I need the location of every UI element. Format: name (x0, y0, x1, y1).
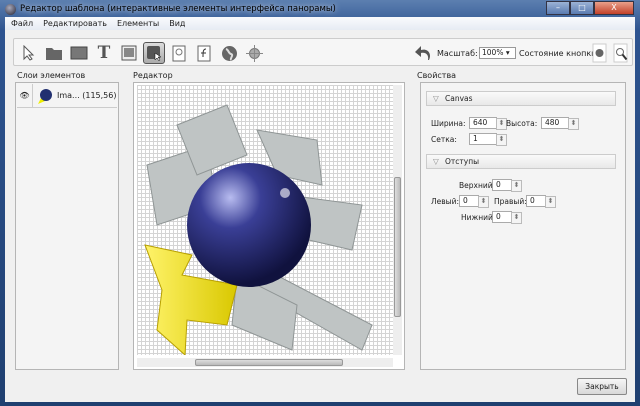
right-margin-input[interactable]: 0 (526, 195, 556, 208)
menu-edit[interactable]: Редактировать (43, 17, 107, 30)
properties-panel: Canvas Ширина: 640 Высота: 480 Сетка: 1 … (420, 82, 626, 370)
button-state-normal-icon[interactable] (589, 42, 611, 64)
minimize-button[interactable]: – (546, 1, 570, 15)
menu-bar: Файл Редактировать Елементы Вид (5, 17, 635, 30)
maximize-button[interactable]: □ (570, 1, 594, 15)
layers-panel-title: Слои элементов (17, 71, 86, 80)
layer-name: Ima... (115,56) (57, 91, 117, 100)
right-margin-label: Правый: (494, 197, 527, 206)
zoom-label: Масштаб: (437, 49, 478, 58)
button-state-label: Состояние кнопки: (519, 49, 600, 58)
left-margin-label: Левый: (431, 197, 459, 206)
client-area: Файл Редактировать Елементы Вид T Масшта… (5, 17, 635, 402)
zoom-preview-icon[interactable] (610, 42, 632, 64)
width-label: Ширина: (431, 119, 466, 128)
menu-view[interactable]: Вид (169, 17, 185, 30)
menu-elements[interactable]: Елементы (117, 17, 159, 30)
visibility-eye-icon[interactable]: 👁 (17, 84, 33, 107)
text-tool-icon[interactable]: T (93, 42, 115, 64)
top-margin-input[interactable]: 0 (492, 179, 522, 192)
window-title: Редактор шаблона (интерактивные элементы… (20, 4, 336, 14)
grid-label: Сетка: (431, 135, 457, 144)
height-input[interactable]: 480 (541, 117, 579, 130)
horizontal-scroll-thumb[interactable] (195, 359, 343, 366)
button-tool-icon[interactable] (143, 42, 165, 64)
vertical-scroll-thumb[interactable] (394, 177, 401, 317)
editor-panel-title: Редактор (133, 71, 173, 80)
layer-thumbnail-icon (38, 88, 52, 104)
close-button[interactable]: Закрыть (577, 378, 627, 395)
layer-item[interactable]: 👁 Ima... (115,56) (17, 84, 117, 108)
app-window: Редактор шаблона (интерактивные элементы… (0, 0, 640, 406)
image-tool-icon[interactable] (118, 42, 140, 64)
canvas-section-header[interactable]: Canvas (426, 91, 616, 106)
bottom-margin-label: Нижний: (461, 213, 496, 222)
pointer-tool-icon[interactable] (18, 42, 40, 64)
width-input[interactable]: 640 (469, 117, 507, 130)
flash-tool-icon[interactable] (193, 42, 215, 64)
top-margin-label: Верхний: (459, 181, 496, 190)
bottom-margin-input[interactable]: 0 (492, 211, 522, 224)
menu-file[interactable]: Файл (11, 17, 33, 30)
editor-panel (133, 82, 405, 370)
layers-panel: 👁 Ima... (115,56) (15, 82, 119, 370)
gif-tool-icon[interactable] (168, 42, 190, 64)
folder-tool-icon[interactable] (43, 42, 65, 64)
properties-panel-title: Свойства (417, 71, 457, 80)
zoom-select[interactable]: 100% ▾ (479, 47, 516, 59)
close-window-button[interactable]: X (594, 1, 634, 15)
margins-section-header[interactable]: Отступы (426, 154, 616, 169)
vertical-scrollbar[interactable] (393, 85, 402, 355)
hotspot-tool-icon[interactable] (243, 42, 265, 64)
height-label: Высота: (506, 119, 538, 128)
left-margin-input[interactable]: 0 (459, 195, 489, 208)
toolbar: T Масштаб: 100% ▾ Состояние кнопки: (13, 38, 633, 66)
undo-icon[interactable] (412, 42, 434, 64)
globe-tool-icon[interactable] (218, 42, 240, 64)
editor-canvas[interactable] (137, 85, 393, 357)
rectangle-tool-icon[interactable] (68, 42, 90, 64)
grid-input[interactable]: 1 (469, 133, 507, 146)
horizontal-scrollbar[interactable] (137, 358, 393, 367)
button-image[interactable] (137, 85, 393, 357)
app-icon (5, 4, 16, 15)
